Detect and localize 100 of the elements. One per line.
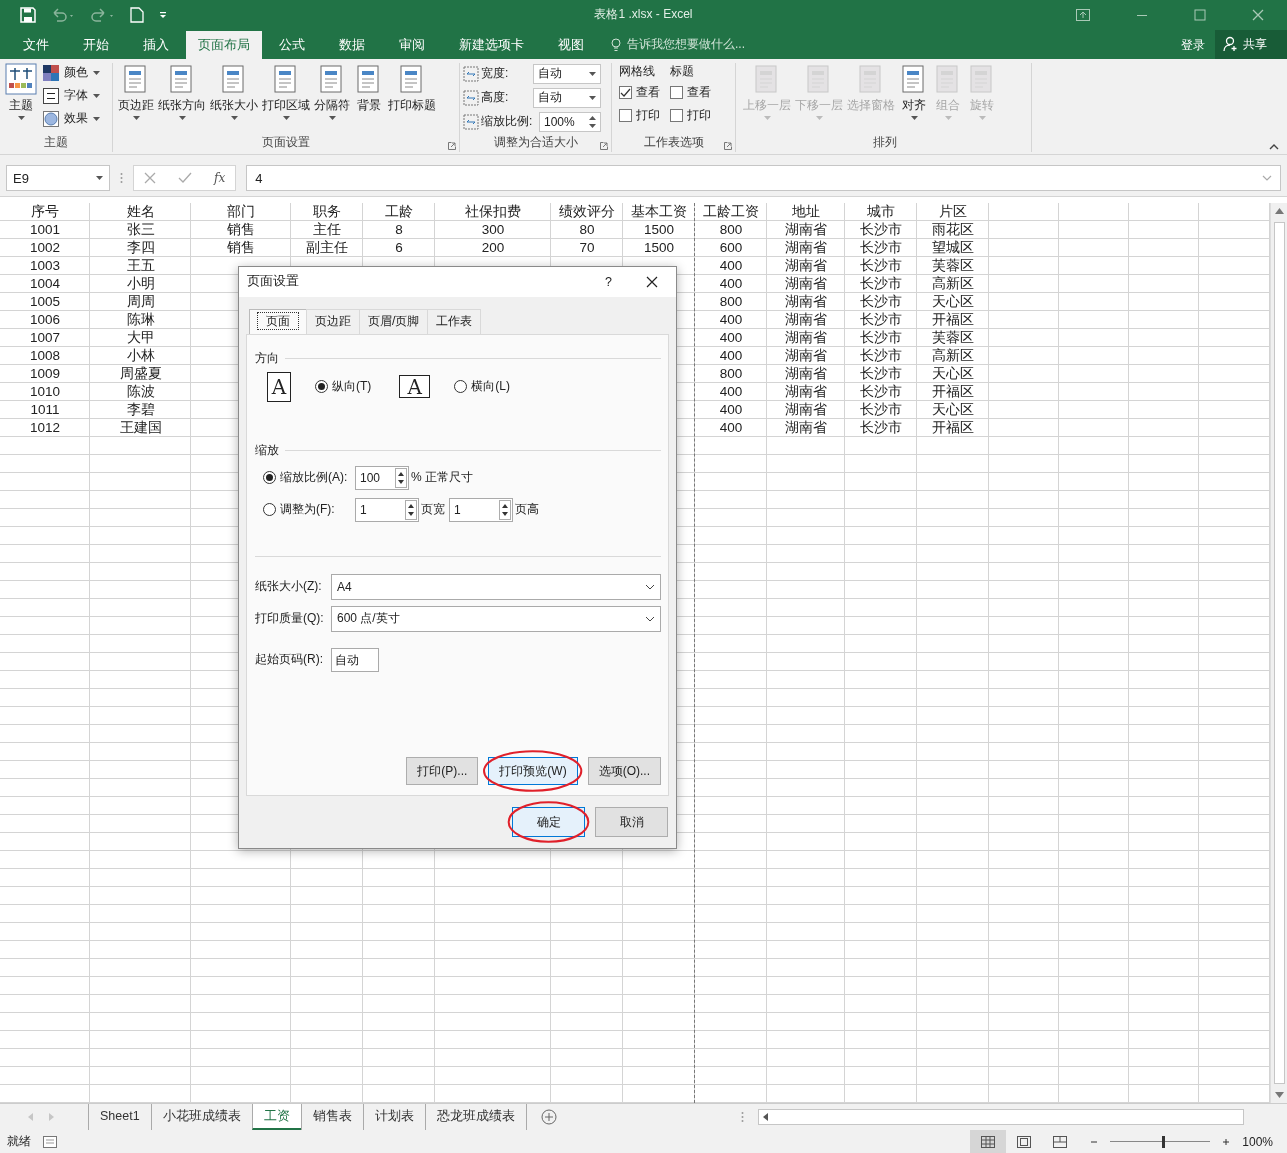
ribbon-tab[interactable]: 数据 [322, 30, 382, 59]
ribbon-tab[interactable]: 开始 [66, 30, 126, 59]
ribbon-tab[interactable]: 公式 [262, 30, 322, 59]
add-sheet-icon[interactable] [540, 1109, 557, 1126]
table-cell: 湖南省 [785, 365, 827, 381]
dialog-button[interactable]: 打印(P)... [406, 756, 479, 785]
scale-field[interactable]: 自动 [533, 63, 601, 84]
dialog-tab[interactable]: 页边距 [306, 308, 360, 334]
scroll-up-icon[interactable] [1274, 207, 1284, 214]
caret-icon [763, 115, 771, 120]
ribbon-button[interactable]: 纸张大小 [208, 62, 260, 120]
print-quality-dropdown[interactable]: 600 点/英寸 [331, 605, 661, 632]
dialog-button[interactable]: 取消 [595, 806, 668, 837]
checkbox[interactable] [619, 109, 632, 123]
checkbox-label[interactable]: 打印 [687, 107, 711, 125]
expand-icon[interactable] [1262, 175, 1272, 182]
paper-size-dropdown[interactable]: A4 [331, 573, 661, 600]
themes-button[interactable]: 主题 [3, 62, 39, 120]
palette-icon [43, 64, 59, 81]
maximize-icon[interactable] [1194, 8, 1206, 21]
ribbon-button[interactable]: 背景 [352, 62, 386, 114]
zoom-level[interactable]: 100% [1242, 1134, 1273, 1149]
dialog-tab[interactable]: 页面 [249, 308, 307, 334]
checkbox-label[interactable]: 查看 [636, 84, 660, 102]
scroll-down-icon[interactable] [1274, 1091, 1284, 1098]
check-icon[interactable] [178, 172, 192, 185]
name-box[interactable]: E9 [6, 165, 110, 192]
ribbon-button[interactable]: 纸张方向 [156, 62, 208, 120]
spinner-icon[interactable] [499, 499, 511, 520]
close-icon[interactable] [646, 275, 658, 288]
table-cell: 1007 [29, 329, 60, 345]
table-cell: 周周 [126, 293, 155, 309]
spin-field[interactable]: 1 [449, 497, 513, 522]
view-button[interactable] [970, 1130, 1007, 1153]
ribbon-tab[interactable]: 新建选项卡 [442, 30, 541, 59]
ribbon-display-icon[interactable] [1076, 8, 1090, 21]
scroll-left-icon[interactable] [762, 1113, 769, 1122]
spinner-icon[interactable] [405, 499, 417, 520]
sign-in-link[interactable]: 登录 [1171, 30, 1215, 59]
new-document-icon[interactable] [130, 6, 144, 23]
help-button[interactable]: ? [605, 274, 612, 289]
dialog-tab[interactable]: 工作表 [427, 308, 482, 334]
ribbon-button[interactable]: 页边距 [116, 62, 156, 120]
scale-field[interactable]: 100% [539, 111, 601, 132]
dialog-launcher-icon[interactable] [600, 141, 608, 150]
radio-button[interactable]: 调整为(F): [263, 501, 353, 519]
macro-record-icon[interactable] [43, 1135, 57, 1148]
checkbox-label[interactable]: 打印 [636, 107, 660, 125]
section-heading: 方向 [255, 349, 279, 367]
column-header: 姓名 [126, 203, 155, 219]
dialog-button[interactable]: 选项(O)... [587, 756, 661, 785]
ribbon-tab[interactable]: 插入 [126, 30, 186, 59]
zoom-in-icon[interactable] [1222, 1137, 1231, 1146]
vertical-scrollbar[interactable] [1270, 202, 1287, 1103]
radio-button[interactable]: 纵向(T) [315, 378, 372, 396]
ribbon-tab[interactable]: 文件 [6, 30, 66, 59]
undo-icon[interactable] [50, 6, 76, 23]
checkbox[interactable] [670, 109, 683, 123]
first-page-field[interactable]: 自动 [331, 647, 379, 672]
save-icon[interactable] [20, 6, 36, 23]
radio-button[interactable]: 缩放比例(A): [263, 469, 353, 487]
dialog-button[interactable]: 确定 [512, 806, 585, 837]
insert-function-button[interactable]: fx [214, 171, 226, 186]
redo-icon[interactable] [90, 6, 116, 23]
splitter-icon[interactable] [740, 1111, 744, 1124]
page-break-icon [1053, 1135, 1068, 1148]
collapse-ribbon-icon[interactable] [1269, 143, 1279, 150]
horizontal-scrollbar[interactable] [757, 1109, 1244, 1126]
radio-button[interactable]: 横向(L) [454, 378, 510, 396]
formula-input[interactable]: 4 [246, 165, 1281, 192]
dialog-launcher-icon[interactable] [724, 141, 732, 150]
checkbox[interactable] [670, 86, 683, 100]
ribbon-button[interactable]: 打印区域 [260, 62, 312, 120]
cancel-icon[interactable] [144, 172, 156, 185]
dialog-launcher-icon[interactable] [448, 141, 456, 150]
dialog-button[interactable]: 打印预览(W) [488, 756, 578, 785]
checkbox-label[interactable]: 查看 [687, 84, 711, 102]
scale-unit-label: % 正常尺寸 [411, 469, 473, 487]
ribbon-button[interactable]: 打印标题 [386, 62, 438, 114]
ribbon-button[interactable]: 对齐 [897, 62, 931, 120]
theme-option-button[interactable]: 颜色 [43, 62, 100, 83]
table-cell: 1003 [29, 257, 60, 273]
section-heading: 缩放 [255, 441, 279, 459]
ribbon-tab[interactable]: 视图 [541, 30, 601, 59]
tell-me-field[interactable]: 告诉我您想要做什么... [611, 30, 745, 59]
ribbon-tab[interactable]: 审阅 [382, 30, 442, 59]
ribbon-button[interactable]: 分隔符 [312, 62, 352, 120]
sheet-tab[interactable]: 工资 [251, 1104, 301, 1131]
spin-field[interactable]: 1 [355, 497, 419, 522]
share-button[interactable]: 共享 [1215, 29, 1287, 59]
checkbox[interactable] [619, 86, 632, 100]
spin-field[interactable]: 100 [355, 465, 409, 490]
group-label: 调整为合适大小 [493, 134, 578, 152]
theme-option-button[interactable]: 字体 [43, 85, 100, 106]
theme-option-button[interactable]: 效果 [43, 108, 100, 129]
spinner-icon[interactable] [395, 467, 407, 488]
ribbon-tab[interactable]: 页面布局 [186, 30, 262, 59]
page-icon [1017, 1135, 1032, 1148]
customize-caret-icon[interactable] [158, 9, 168, 20]
scale-field[interactable]: 自动 [533, 87, 601, 108]
